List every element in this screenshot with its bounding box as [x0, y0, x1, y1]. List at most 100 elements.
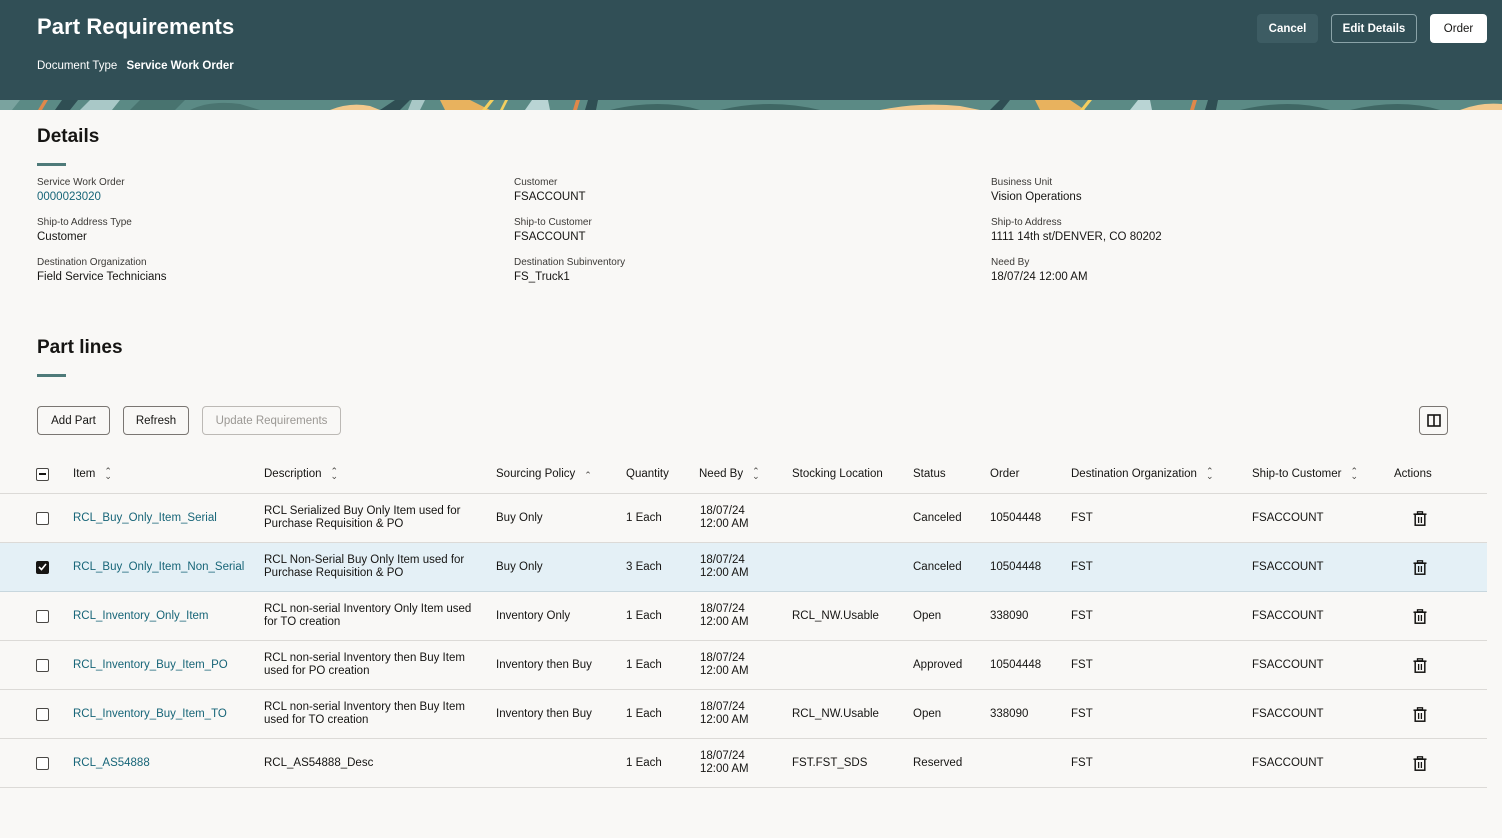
- columns-icon: [1426, 414, 1441, 427]
- order-cell: 10504448: [990, 511, 1042, 524]
- destination-organization-cell: FST: [1071, 707, 1093, 720]
- column-header-actions: Actions: [1394, 455, 1432, 493]
- sourcing-policy-cell: Inventory then Buy: [496, 658, 592, 671]
- checkbox-checked-icon: [36, 560, 49, 574]
- table-row[interactable]: RCL_Buy_Only_Item_Serial RCL Serialized …: [0, 494, 1487, 543]
- row-checkbox[interactable]: [36, 690, 49, 738]
- details-title-rule: [37, 163, 66, 166]
- quantity-cell: 1 Each: [626, 511, 662, 524]
- add-part-button[interactable]: Add Part: [37, 406, 110, 435]
- stocking-location-cell: RCL_NW.Usable: [792, 707, 879, 720]
- service-work-order-link[interactable]: 0000023020: [37, 190, 125, 205]
- column-label: Destination Organization: [1071, 468, 1197, 480]
- column-manager-button[interactable]: [1419, 406, 1448, 435]
- order-button[interactable]: Order: [1430, 14, 1487, 43]
- sort-icon: ⌃ ⌄: [104, 466, 112, 481]
- stocking-location-cell: RCL_NW.Usable: [792, 609, 879, 622]
- order-cell: 338090: [990, 707, 1029, 720]
- field-destination-subinventory: Destination Subinventory FS_Truck1: [514, 256, 625, 285]
- need-by-time: 12:00 AM: [700, 763, 749, 775]
- delete-button[interactable]: [1413, 641, 1427, 689]
- item-link[interactable]: RCL_Inventory_Only_Item: [73, 592, 209, 640]
- need-by-time: 12:00 AM: [700, 616, 749, 628]
- description-line-2: used for TO creation: [264, 714, 369, 726]
- row-checkbox[interactable]: [36, 739, 49, 787]
- row-checkbox[interactable]: [36, 494, 49, 542]
- item-link[interactable]: RCL_Inventory_Buy_Item_PO: [73, 641, 228, 689]
- trash-icon: [1413, 608, 1427, 624]
- field-business-unit: Business Unit Vision Operations: [991, 176, 1082, 205]
- need-by-cell: 18/07/24 12:00 AM: [700, 739, 749, 787]
- column-label: Actions: [1394, 468, 1432, 480]
- column-header-need-by[interactable]: Need By ⌃ ⌄: [699, 455, 760, 493]
- delete-button[interactable]: [1413, 494, 1427, 542]
- column-header-status: Status: [913, 455, 946, 493]
- edit-details-button[interactable]: Edit Details: [1331, 14, 1417, 43]
- quantity-cell: 1 Each: [626, 609, 662, 622]
- description-line-1: RCL Serialized Buy Only Item used for: [264, 505, 461, 517]
- column-header-description[interactable]: Description ⌃ ⌄: [264, 455, 338, 493]
- table-row[interactable]: RCL_AS54888 RCL_AS54888_Desc 1 Each 18/0…: [0, 739, 1487, 788]
- status-cell: Open: [913, 707, 942, 720]
- column-header-sourcing-policy[interactable]: Sourcing Policy ⌃: [496, 455, 592, 493]
- destination-organization-cell: FST: [1071, 560, 1093, 573]
- field-destination-organization: Destination Organization Field Service T…: [37, 256, 167, 285]
- description-line-2: for TO creation: [264, 616, 341, 628]
- description-line-1: RCL Non-Serial Buy Only Item used for: [264, 554, 465, 566]
- column-header-ship-to-customer[interactable]: Ship-to Customer ⌃ ⌄: [1252, 455, 1358, 493]
- field-need-by: Need By 18/07/24 12:00 AM: [991, 256, 1088, 285]
- need-by-date: 18/07/24: [700, 554, 745, 566]
- document-type-value: Service Work Order: [126, 60, 234, 72]
- table-row[interactable]: RCL_Inventory_Buy_Item_PO RCL non-serial…: [0, 641, 1487, 690]
- column-header-item[interactable]: Item ⌃ ⌄: [73, 455, 112, 493]
- item-link[interactable]: RCL_Buy_Only_Item_Non_Serial: [73, 543, 244, 591]
- need-by-time: 12:00 AM: [700, 567, 749, 579]
- description-line-2: Purchase Requisition & PO: [264, 518, 404, 530]
- trash-icon: [1413, 510, 1427, 526]
- ship-to-customer-cell: FSACCOUNT: [1252, 511, 1324, 524]
- checkbox-icon: [36, 511, 49, 525]
- description-line-1: RCL non-serial Inventory Only Item used: [264, 603, 472, 615]
- field-label: Ship-to Address: [991, 217, 1062, 228]
- delete-button[interactable]: [1413, 543, 1427, 591]
- item-link[interactable]: RCL_Inventory_Buy_Item_TO: [73, 690, 227, 738]
- description-cell: RCL non-serial Inventory Only Item used …: [264, 592, 479, 640]
- item-link[interactable]: RCL_Buy_Only_Item_Serial: [73, 494, 217, 542]
- update-requirements-button[interactable]: Update Requirements: [202, 406, 341, 435]
- need-by-date: 18/07/24: [700, 652, 745, 664]
- table-row[interactable]: RCL_Inventory_Buy_Item_TO RCL non-serial…: [0, 690, 1487, 739]
- banner-pattern: [0, 100, 1502, 110]
- delete-button[interactable]: [1413, 690, 1427, 738]
- field-label: Need By: [991, 257, 1030, 268]
- status-cell: Canceled: [913, 511, 962, 524]
- status-cell: Open: [913, 609, 942, 622]
- table-row[interactable]: RCL_Buy_Only_Item_Non_Serial RCL Non-Ser…: [0, 543, 1487, 592]
- destination-organization-cell: FST: [1071, 658, 1093, 671]
- cancel-button[interactable]: Cancel: [1257, 14, 1318, 43]
- field-label: Customer: [514, 177, 558, 188]
- sort-icon: ⌃ ⌄: [1350, 466, 1359, 481]
- row-checkbox[interactable]: [36, 641, 49, 689]
- row-checkbox[interactable]: [36, 543, 49, 591]
- field-value: 18/07/24 12:00 AM: [991, 271, 1088, 283]
- description-line-1: RCL non-serial Inventory then Buy Item: [264, 701, 465, 713]
- need-by-cell: 18/07/24 12:00 AM: [700, 543, 749, 591]
- row-checkbox[interactable]: [36, 592, 49, 640]
- table-row[interactable]: RCL_Inventory_Only_Item RCL non-serial I…: [0, 592, 1487, 641]
- column-header-destination-organization[interactable]: Destination Organization ⌃ ⌄: [1071, 455, 1213, 493]
- destination-organization-cell: FST: [1071, 609, 1093, 622]
- need-by-time: 12:00 AM: [700, 518, 749, 530]
- refresh-button[interactable]: Refresh: [123, 406, 189, 435]
- sort-ascending-icon: ⌃: [584, 470, 592, 480]
- field-value: Customer: [37, 231, 87, 243]
- select-all-checkbox[interactable]: [36, 455, 49, 493]
- sort-icon: ⌃ ⌄: [752, 466, 760, 481]
- delete-button[interactable]: [1413, 592, 1427, 640]
- column-header-quantity: Quantity: [626, 455, 669, 493]
- delete-button[interactable]: [1413, 739, 1427, 787]
- field-label: Ship-to Customer: [514, 217, 592, 228]
- trash-icon: [1413, 559, 1427, 575]
- item-link[interactable]: RCL_AS54888: [73, 739, 150, 787]
- part-lines-title-rule: [37, 374, 66, 377]
- need-by-date: 18/07/24: [700, 505, 745, 517]
